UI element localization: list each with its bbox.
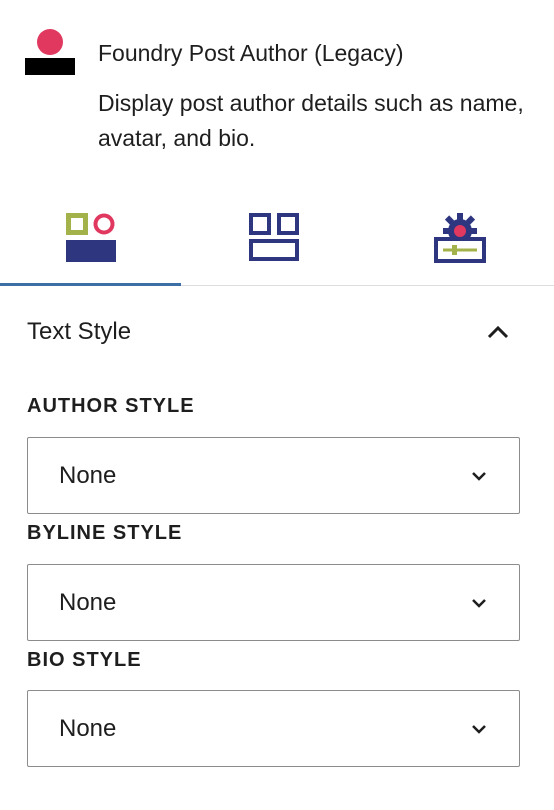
chevron-down-icon — [472, 725, 486, 734]
gear-settings-icon — [434, 212, 486, 263]
byline-style-select[interactable]: None — [27, 564, 520, 641]
bio-style-label: BIO STYLE — [27, 649, 142, 671]
author-style-value: None — [59, 462, 117, 489]
block-card: Foundry Post Author (Legacy) Display pos… — [0, 0, 554, 185]
block-logo-icon — [25, 29, 75, 75]
chevron-down-icon — [472, 599, 486, 608]
inspector-tabs — [0, 190, 554, 286]
author-style-label: AUTHOR STYLE — [27, 395, 195, 417]
author-style-select[interactable]: None — [27, 437, 520, 514]
byline-style-value: None — [59, 589, 117, 616]
bio-style-select[interactable]: None — [27, 690, 520, 767]
chevron-up-icon — [487, 325, 509, 339]
text-style-panel-toggle[interactable]: Text Style — [0, 286, 554, 376]
layout-grid-icon — [248, 212, 299, 261]
chevron-down-icon — [472, 472, 486, 481]
tab-layout[interactable] — [181, 190, 366, 285]
panel-title: Text Style — [27, 318, 132, 345]
style-icon — [65, 212, 116, 262]
bio-style-value: None — [59, 715, 117, 742]
tab-style[interactable] — [0, 190, 181, 286]
block-title: Foundry Post Author (Legacy) — [98, 40, 404, 66]
block-description: Display post author details such as name… — [98, 90, 524, 151]
byline-style-label: BYLINE STYLE — [27, 522, 183, 544]
tab-settings[interactable] — [366, 190, 554, 285]
